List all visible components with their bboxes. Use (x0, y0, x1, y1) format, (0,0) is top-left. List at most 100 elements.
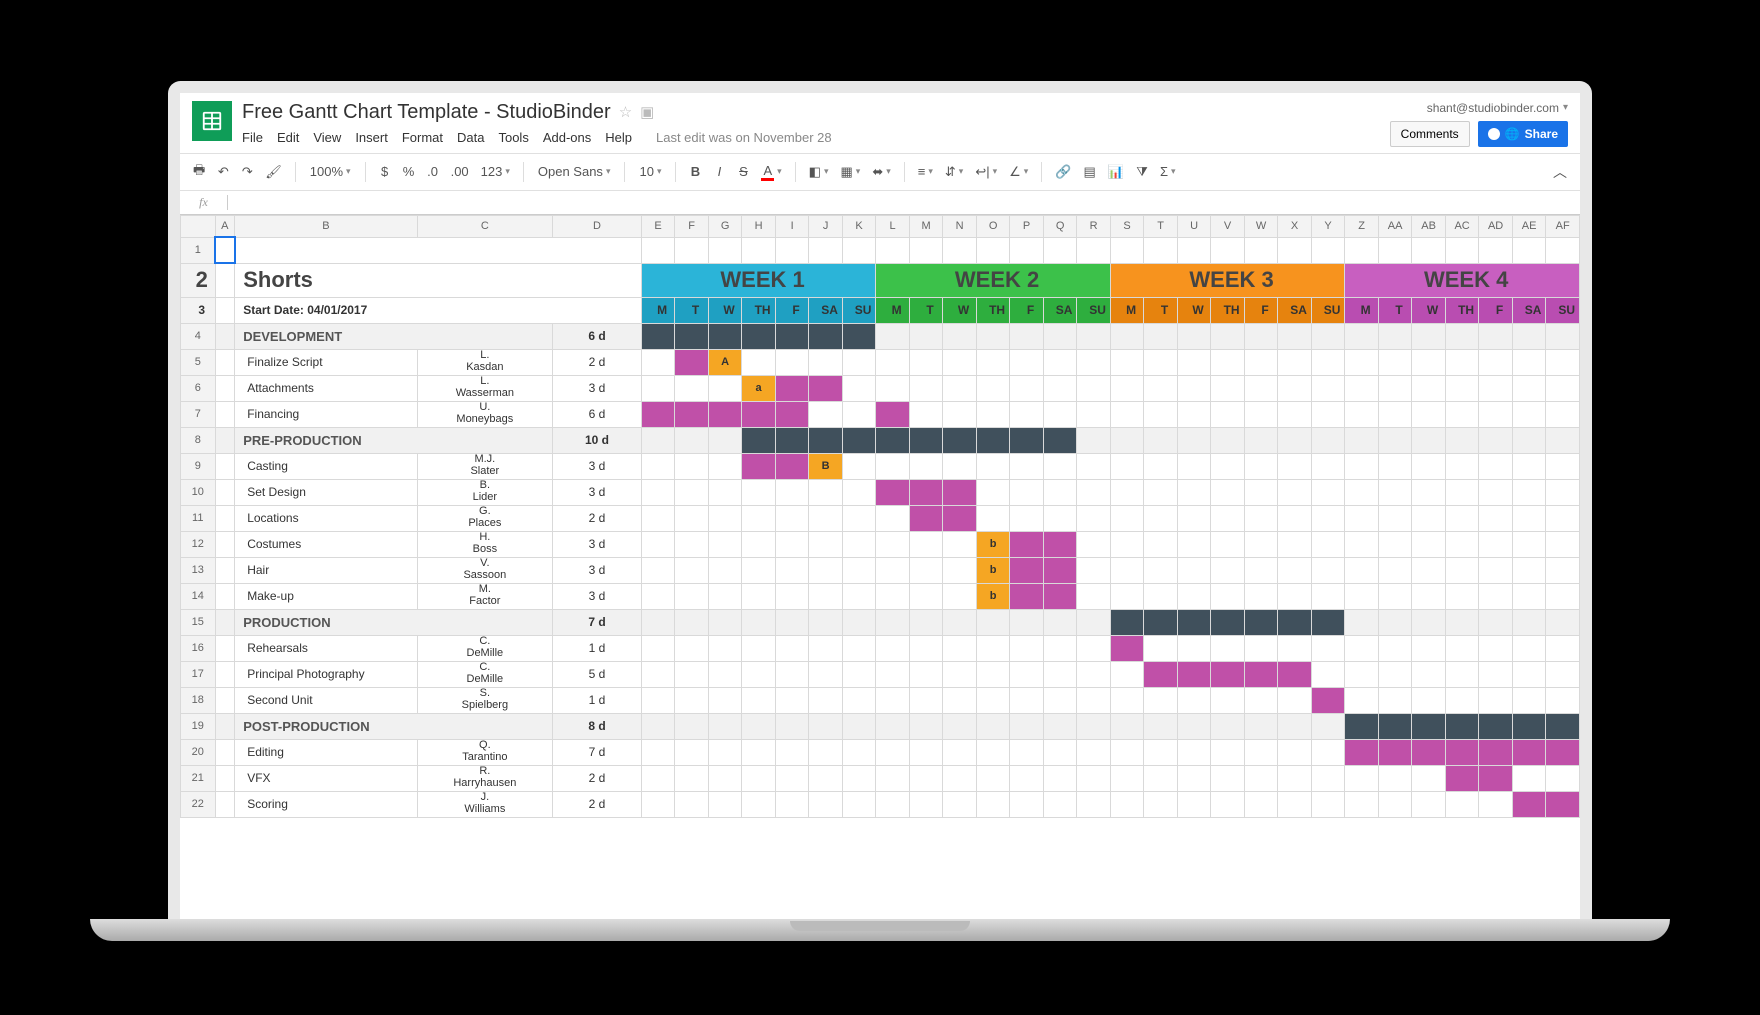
row-header[interactable]: 11 (181, 505, 216, 531)
share-button[interactable]: 🌐Share (1478, 121, 1568, 147)
task-person[interactable]: H.Boss (417, 531, 553, 557)
row-header[interactable]: 12 (181, 531, 216, 557)
task-person[interactable]: M.J.Slater (417, 453, 553, 479)
task-person[interactable]: Q.Tarantino (417, 739, 553, 765)
col-header[interactable]: G (708, 215, 742, 237)
link-icon[interactable]: 🔗 (1052, 160, 1074, 184)
row-header[interactable]: 22 (181, 791, 216, 817)
task-duration[interactable]: 2 d (553, 791, 642, 817)
wrap-button[interactable]: ↩| (972, 160, 1000, 184)
task-duration[interactable]: 3 d (553, 557, 642, 583)
functions-button[interactable]: Σ (1157, 160, 1179, 184)
section-duration[interactable]: 7 d (553, 609, 642, 635)
col-header[interactable]: X (1278, 215, 1312, 237)
task-duration[interactable]: 7 d (553, 739, 642, 765)
formula-bar[interactable]: fx (180, 191, 1580, 215)
col-header[interactable]: J (809, 215, 843, 237)
task-person[interactable]: G.Places (417, 505, 553, 531)
row-header[interactable]: 10 (181, 479, 216, 505)
task-name[interactable]: Finalize Script (235, 349, 417, 375)
section-duration[interactable]: 10 d (553, 427, 642, 453)
task-duration[interactable]: 5 d (553, 661, 642, 687)
task-person[interactable]: R.Harryhausen (417, 765, 553, 791)
task-name[interactable]: Hair (235, 557, 417, 583)
paint-format-icon[interactable]: 🖌 (262, 160, 285, 184)
row-header[interactable]: 19 (181, 713, 216, 739)
filter-icon[interactable]: ⧩ (1133, 160, 1151, 184)
col-header[interactable]: R (1077, 215, 1111, 237)
row-header[interactable]: 20 (181, 739, 216, 765)
spreadsheet-grid[interactable]: ABCDEFGHIJKLMNOPQRSTUVWXYZAAABACADAEAF12… (180, 215, 1580, 818)
sheets-app-icon[interactable] (192, 101, 232, 141)
col-header[interactable]: B (235, 215, 417, 237)
fill-color-button[interactable]: ◧ (806, 160, 832, 184)
task-duration[interactable]: 3 d (553, 453, 642, 479)
task-name[interactable]: Second Unit (235, 687, 417, 713)
col-header[interactable]: Z (1345, 215, 1379, 237)
menu-data[interactable]: Data (457, 130, 484, 145)
row-header[interactable]: 15 (181, 609, 216, 635)
section-duration[interactable]: 6 d (553, 323, 642, 349)
task-name[interactable]: Costumes (235, 531, 417, 557)
task-name[interactable]: Attachments (235, 375, 417, 401)
row-header[interactable]: 16 (181, 635, 216, 661)
row-header[interactable]: 7 (181, 401, 216, 427)
row-header[interactable]: 8 (181, 427, 216, 453)
col-header[interactable]: K (842, 215, 876, 237)
text-color-button[interactable]: A (758, 160, 784, 184)
section-name[interactable]: POST-PRODUCTION (235, 713, 553, 739)
task-person[interactable]: C.DeMille (417, 661, 553, 687)
menu-add-ons[interactable]: Add-ons (543, 130, 591, 145)
star-icon[interactable]: ☆ (619, 103, 632, 121)
col-header[interactable]: N (943, 215, 977, 237)
col-header[interactable]: A (215, 215, 235, 237)
section-duration[interactable]: 8 d (553, 713, 642, 739)
currency-button[interactable]: $ (376, 160, 394, 184)
task-name[interactable]: Scoring (235, 791, 417, 817)
collapse-toolbar-icon[interactable]: ︿ (1550, 160, 1570, 184)
document-title[interactable]: Free Gantt Chart Template - StudioBinder (242, 101, 611, 124)
row-header[interactable]: 6 (181, 375, 216, 401)
rotate-button[interactable]: ∠ (1006, 160, 1031, 184)
undo-icon[interactable]: ↶ (214, 160, 232, 184)
zoom-select[interactable]: 100% (306, 160, 355, 184)
comments-button[interactable]: Comments (1390, 121, 1470, 147)
percent-button[interactable]: % (400, 160, 418, 184)
section-name[interactable]: DEVELOPMENT (235, 323, 553, 349)
task-name[interactable]: Locations (235, 505, 417, 531)
select-all-cell[interactable] (181, 215, 216, 237)
row-header[interactable]: 21 (181, 765, 216, 791)
italic-button[interactable]: I (710, 160, 728, 184)
col-header[interactable]: S (1110, 215, 1144, 237)
col-header[interactable]: AB (1412, 215, 1446, 237)
chart-icon[interactable]: 📊 (1105, 160, 1127, 184)
col-header[interactable]: H (742, 215, 776, 237)
font-select[interactable]: Open Sans (534, 160, 615, 184)
merge-button[interactable]: ⬌ (869, 160, 893, 184)
col-header[interactable]: AD (1479, 215, 1513, 237)
col-header[interactable]: F (675, 215, 709, 237)
task-duration[interactable]: 6 d (553, 401, 642, 427)
task-duration[interactable]: 2 d (553, 765, 642, 791)
col-header[interactable]: E (641, 215, 675, 237)
col-header[interactable]: Y (1311, 215, 1345, 237)
task-name[interactable]: Make-up (235, 583, 417, 609)
valign-button[interactable]: ⇵ (942, 160, 966, 184)
menu-tools[interactable]: Tools (498, 130, 528, 145)
col-header[interactable]: P (1010, 215, 1044, 237)
col-header[interactable]: C (417, 215, 553, 237)
row-header[interactable]: 1 (181, 237, 216, 263)
comment-icon[interactable]: ▤ (1081, 160, 1099, 184)
task-name[interactable]: VFX (235, 765, 417, 791)
start-date-label[interactable]: Start Date: 04/01/2017 (235, 297, 642, 323)
col-header[interactable]: I (775, 215, 809, 237)
task-duration[interactable]: 2 d (553, 349, 642, 375)
task-person[interactable]: M.Factor (417, 583, 553, 609)
col-header[interactable]: AA (1378, 215, 1412, 237)
task-name[interactable]: Editing (235, 739, 417, 765)
col-header[interactable]: Q (1043, 215, 1077, 237)
bold-button[interactable]: B (686, 160, 704, 184)
row-header[interactable]: 5 (181, 349, 216, 375)
move-folder-icon[interactable]: ▣ (640, 103, 654, 121)
fontsize-select[interactable]: 10 (635, 160, 665, 184)
